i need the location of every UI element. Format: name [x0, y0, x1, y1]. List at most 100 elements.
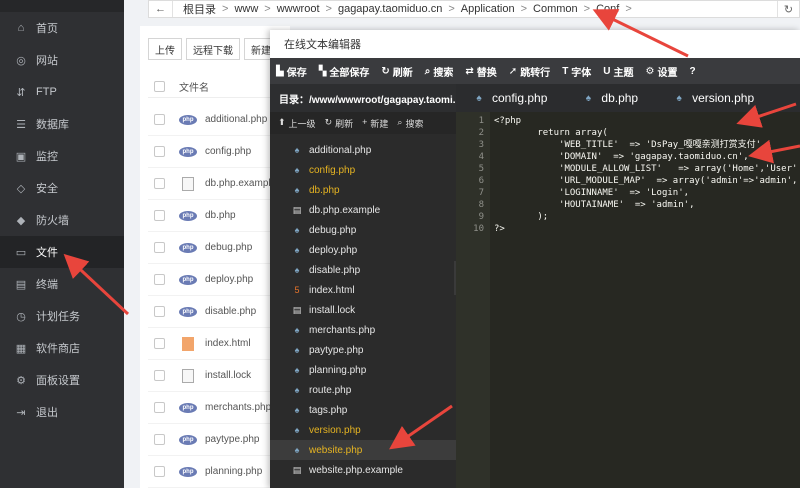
tree-item[interactable]: ♠ db.php [270, 180, 456, 200]
code-line[interactable]: 'URL_MODULE_MAP' => array('admin'=>'admi… [494, 175, 800, 187]
file-name[interactable]: index.html [205, 338, 251, 349]
code-line[interactable]: 'HOUTAINAME' => 'admin', [494, 199, 800, 211]
file-row[interactable]: php additional.php [148, 104, 290, 136]
file-name[interactable]: db.php [205, 210, 236, 221]
file-row[interactable]: db.php.example [148, 168, 290, 200]
code-line[interactable]: 'WEB_TITLE' => 'DsPay_嘎嘎亲测打赏支付', [494, 139, 800, 151]
file-name[interactable]: config.php [205, 146, 251, 157]
file-name[interactable]: paytype.php [205, 434, 260, 445]
file-row[interactable]: php disable.php [148, 296, 290, 328]
row-checkbox[interactable] [154, 178, 165, 189]
toolbar-search-button[interactable]: ⌕ 搜索 [425, 64, 454, 79]
file-row[interactable]: install.lock [148, 360, 290, 392]
file-name[interactable]: additional.php [205, 114, 267, 125]
back-arrow-icon[interactable]: ← [149, 1, 173, 17]
code-line[interactable]: ); [494, 211, 800, 223]
sidebar-item[interactable]: ⇥ 退出 [0, 396, 124, 428]
breadcrumb-item[interactable]: Common [529, 3, 582, 15]
toolbar-theme-button[interactable]: U 主题 [603, 64, 633, 79]
sidebar-item[interactable]: ◇ 安全 [0, 172, 124, 204]
tree-item[interactable]: ▤ website.php.example [270, 460, 456, 480]
tree-item[interactable]: ♠ version.php [270, 420, 456, 440]
row-checkbox[interactable] [154, 338, 165, 349]
editor-tab[interactable]: ♠ config.php [456, 84, 565, 112]
file-name[interactable]: planning.php [205, 466, 262, 477]
code-lines[interactable]: <?php return array( 'WEB_TITLE' => 'DsPa… [494, 115, 800, 235]
file-name[interactable]: debug.php [205, 242, 252, 253]
row-checkbox[interactable] [154, 370, 165, 381]
sidebar-item[interactable]: ◎ 网站 [0, 44, 124, 76]
code-line[interactable]: return array( [494, 127, 800, 139]
file-name[interactable]: disable.php [205, 306, 256, 317]
toolbar-replace-button[interactable]: ⇄ 替换 [465, 64, 496, 79]
file-row[interactable]: php deploy.php [148, 264, 290, 296]
breadcrumb-item[interactable]: 根目录 [179, 1, 220, 17]
tree-item[interactable]: ♠ additional.php [270, 140, 456, 160]
tree-item[interactable]: ▤ db.php.example [270, 200, 456, 220]
code-line[interactable]: <?php [494, 115, 800, 127]
editor-tab[interactable]: ♠ version.php [656, 84, 772, 112]
upload-button[interactable]: 上传 [148, 38, 182, 60]
code-line[interactable]: 'LOGINNAME' => 'Login', [494, 187, 800, 199]
file-row[interactable]: php debug.php [148, 232, 290, 264]
dir-action-button[interactable]: ⬆ 上一级 [278, 117, 316, 130]
file-row[interactable]: php db.php [148, 200, 290, 232]
file-name[interactable]: db.php.example [205, 178, 276, 189]
sidebar-item[interactable]: ▭ 文件 [0, 236, 124, 268]
file-name[interactable]: deploy.php [205, 274, 253, 285]
sidebar-item[interactable]: ▤ 终端 [0, 268, 124, 300]
row-checkbox[interactable] [154, 210, 165, 221]
code-line[interactable]: 'MODULE_ALLOW_LIST' => array('Home','Use… [494, 163, 800, 175]
toolbar-goto-line-button[interactable]: ➚ 跳转行 [509, 64, 550, 79]
tree-item[interactable]: ▤ install.lock [270, 300, 456, 320]
sidebar-item[interactable]: ⌂ 首页 [0, 12, 124, 44]
code-area[interactable]: 1 2 3 4 5 6 7 8 9 10 <?php return array( 'WEB_TIT… [456, 112, 800, 488]
dir-action-button[interactable]: ⌕ 搜索 [397, 117, 423, 130]
row-checkbox[interactable] [154, 274, 165, 285]
breadcrumb-item[interactable]: www [230, 3, 262, 15]
file-row[interactable]: php config.php [148, 136, 290, 168]
code-line[interactable]: 'DOMAIN' => 'gagapay.taomiduo.cn', [494, 151, 800, 163]
tree-item[interactable]: ♠ tags.php [270, 400, 456, 420]
row-checkbox[interactable] [154, 306, 165, 317]
sidebar-item[interactable]: ⚙ 面板设置 [0, 364, 124, 396]
row-checkbox[interactable] [154, 146, 165, 157]
file-row[interactable]: php planning.php [148, 456, 290, 488]
sidebar-item[interactable]: ◷ 计划任务 [0, 300, 124, 332]
file-row[interactable]: index.html [148, 328, 290, 360]
tree-item[interactable]: ♠ config.php [270, 160, 456, 180]
breadcrumb-item[interactable]: wwwroot [273, 3, 324, 15]
select-all-checkbox[interactable] [154, 81, 165, 92]
toolbar-font-button[interactable]: T 字体 [562, 64, 591, 79]
breadcrumb-item[interactable]: Conf [592, 3, 623, 15]
file-row[interactable]: php paytype.php [148, 424, 290, 456]
row-checkbox[interactable] [154, 466, 165, 477]
tree-item[interactable]: ♠ debug.php [270, 220, 456, 240]
tree-item[interactable]: ♠ deploy.php [270, 240, 456, 260]
toolbar-help-button[interactable]: ? [690, 66, 696, 77]
breadcrumb-item[interactable]: Application [457, 3, 519, 15]
row-checkbox[interactable] [154, 242, 165, 253]
sidebar-item[interactable]: ▦ 软件商店 [0, 332, 124, 364]
tree-item[interactable]: ♠ planning.php [270, 360, 456, 380]
toolbar-save-button[interactable]: ▙ 保存 [276, 64, 307, 79]
file-name[interactable]: merchants.php [205, 402, 271, 413]
tree-item[interactable]: ♠ route.php [270, 380, 456, 400]
toolbar-gear-button[interactable]: ⚙ 设置 [646, 64, 678, 79]
sidebar-item[interactable]: ☰ 数据库 [0, 108, 124, 140]
file-name[interactable]: install.lock [205, 370, 251, 381]
refresh-icon[interactable]: ↻ [777, 1, 799, 17]
code-line[interactable]: ?> [494, 223, 800, 235]
dir-action-button[interactable]: ↻ 刷新 [325, 117, 354, 130]
tree-item[interactable]: ♠ disable.php [270, 260, 456, 280]
sidebar-item[interactable]: ▣ 监控 [0, 140, 124, 172]
row-checkbox[interactable] [154, 402, 165, 413]
row-checkbox[interactable] [154, 434, 165, 445]
toolbar-save-all-button[interactable]: ▚ 全部保存 [319, 64, 370, 79]
dir-action-button[interactable]: + 新建 [362, 117, 388, 130]
breadcrumb-item[interactable]: gagapay.taomiduo.cn [334, 3, 446, 15]
file-row[interactable]: php merchants.php [148, 392, 290, 424]
sidebar-item[interactable]: ⇵ FTP [0, 76, 124, 108]
row-checkbox[interactable] [154, 114, 165, 125]
tree-item[interactable]: ♠ website.php [270, 440, 456, 460]
